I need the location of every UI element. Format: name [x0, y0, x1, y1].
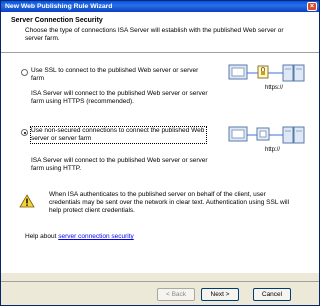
- close-button[interactable]: ×: [307, 2, 317, 11]
- next-button[interactable]: Next >: [201, 288, 239, 301]
- cancel-button[interactable]: Cancel: [253, 288, 291, 301]
- http-illustration-label: http://: [265, 147, 280, 153]
- https-illustration-label: https://: [265, 85, 283, 91]
- non-secured-radio[interactable]: [21, 129, 28, 136]
- wizard-header: Server Connection Security Choose the ty…: [1, 12, 319, 53]
- help-link[interactable]: server connection security: [58, 233, 134, 240]
- wizard-window: New Web Publishing Rule Wizard × Server …: [0, 0, 320, 306]
- help-prefix: Help about: [25, 233, 57, 240]
- radio-selected-dot: [23, 131, 26, 134]
- ssl-option-label[interactable]: Use SSL to connect to the published Web …: [31, 67, 211, 83]
- page-title: Server Connection Security: [11, 17, 103, 24]
- non-secured-option-label[interactable]: Use non-secured connections to connect t…: [30, 126, 207, 144]
- https-diagram-icon: https://: [228, 64, 305, 91]
- title-bar[interactable]: New Web Publishing Rule Wizard ×: [1, 1, 319, 12]
- warning-icon: [19, 194, 35, 208]
- help-line: Help about server connection security: [25, 233, 134, 241]
- warning-text: When ISA authenticates to the published …: [49, 191, 290, 214]
- non-secured-option-description: ISA Server will connect to the published…: [31, 157, 208, 172]
- http-illustration: http://: [227, 125, 305, 153]
- wizard-body: Use SSL to connect to the published Web …: [1, 53, 319, 273]
- http-diagram-icon: http://: [228, 126, 305, 153]
- https-illustration: https://: [227, 63, 305, 91]
- page-description: Choose the type of connections ISA Serve…: [25, 27, 284, 42]
- back-button[interactable]: < Back: [157, 288, 195, 301]
- button-bar: < Back Next > Cancel: [1, 281, 319, 305]
- ssl-option-description: ISA Server will connect to the published…: [31, 90, 208, 105]
- window-title: New Web Publishing Rule Wizard: [5, 3, 113, 10]
- ssl-radio[interactable]: [21, 69, 28, 76]
